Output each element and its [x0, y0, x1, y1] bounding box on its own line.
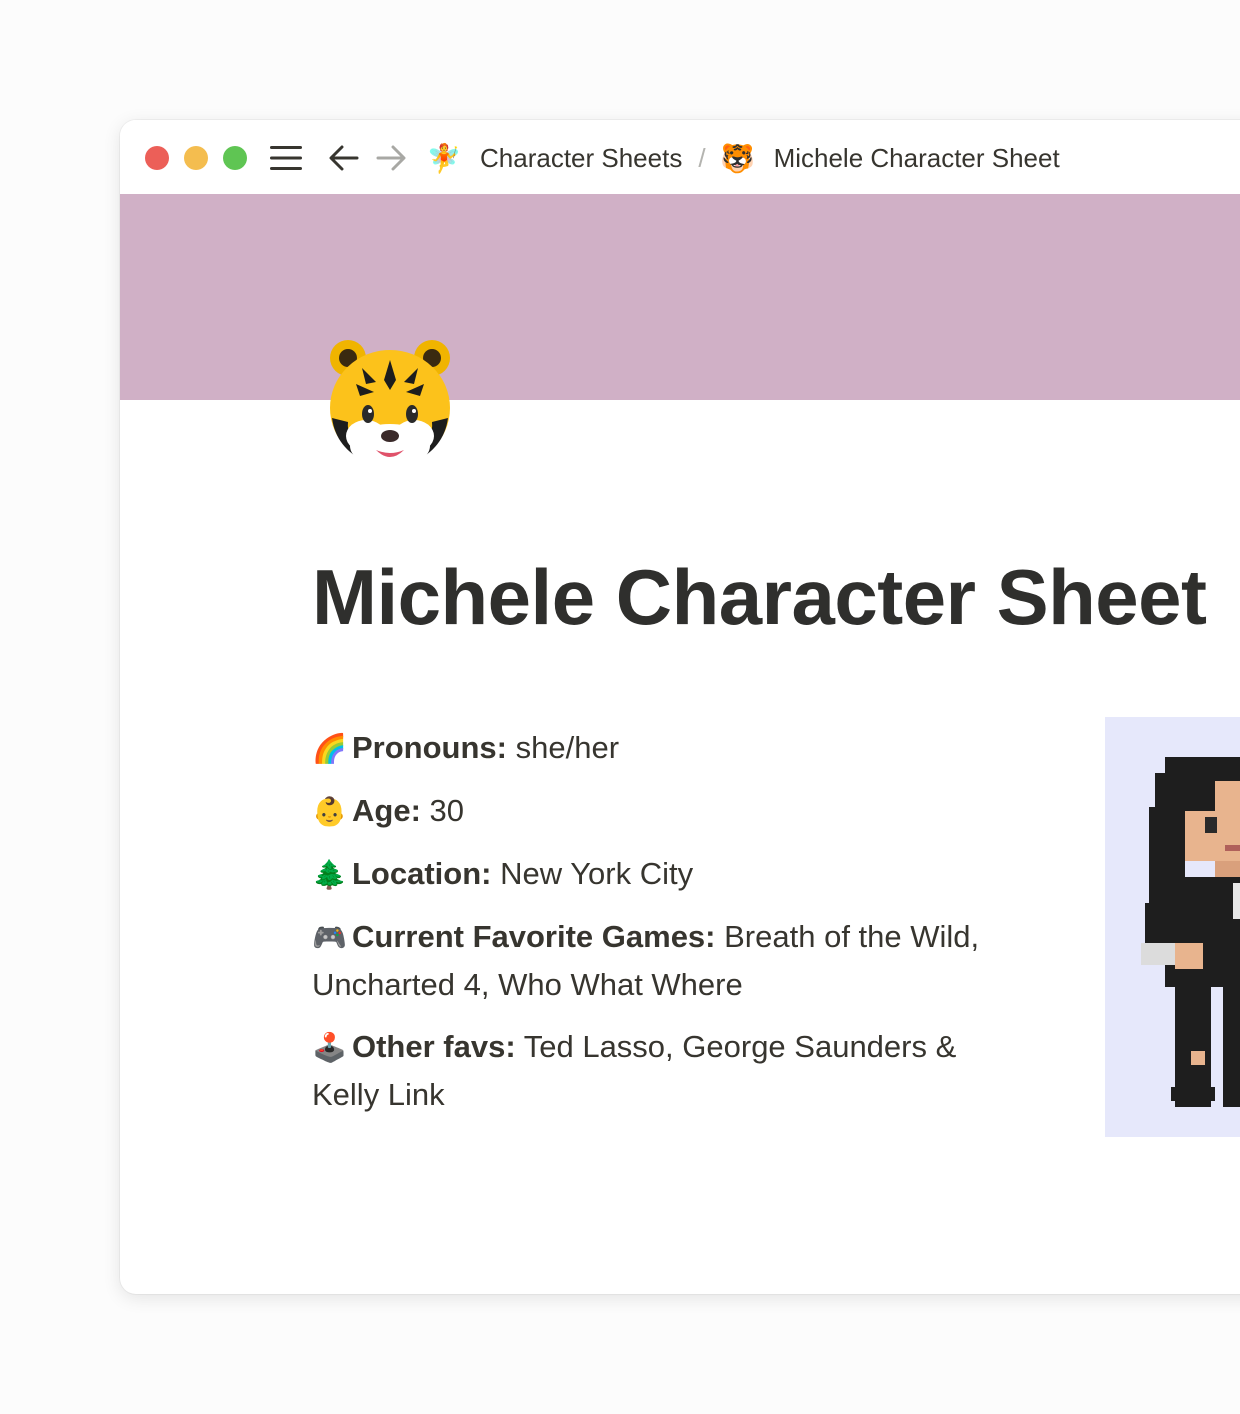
breadcrumb-label: Michele Character Sheet [773, 142, 1060, 173]
breadcrumb-label: Character Sheets [480, 142, 683, 173]
baby-icon: 👶 [312, 796, 347, 827]
property-label: Age: [352, 793, 421, 828]
character-avatar-image [1105, 717, 1240, 1137]
fairy-icon: 🧚 [426, 142, 462, 174]
property-favorite-games[interactable]: 🎮 Current Favorite Games: Breath of the W… [312, 913, 1012, 1008]
tiger-face-icon[interactable] [326, 338, 454, 472]
maximize-window-button[interactable] [223, 146, 247, 170]
property-list: 🌈 Pronouns: she/her 👶 Age: 30 🌲 Location: N… [312, 724, 1012, 1133]
joystick-icon: 🕹️ [312, 1032, 347, 1063]
property-label: Location: [352, 856, 492, 891]
breadcrumb: 🧚 Character Sheets / 🐯 Michele Character… [426, 138, 1060, 178]
property-label: Other favs: [352, 1029, 516, 1064]
rainbow-icon: 🌈 [312, 733, 347, 764]
title-bar: 🧚 Character Sheets / 🐯 Michele Character… [120, 120, 1240, 194]
property-value: she/her [515, 730, 620, 765]
sidebar-menu-icon[interactable] [269, 141, 303, 175]
property-label: Current Favorite Games: [352, 919, 716, 954]
property-age[interactable]: 👶 Age: 30 [312, 787, 1012, 835]
game-controller-icon: 🎮 [312, 922, 347, 953]
breadcrumb-item-michele-character-sheet[interactable]: 🐯 Michele Character Sheet [720, 142, 1060, 175]
property-label: Pronouns: [352, 730, 507, 765]
forward-arrow-icon[interactable] [374, 141, 408, 175]
breadcrumb-item-character-sheets[interactable]: 🧚 Character Sheets [426, 142, 683, 175]
back-arrow-icon[interactable] [327, 141, 361, 175]
page-title[interactable]: Michele Character Sheet [312, 552, 1207, 643]
property-location[interactable]: 🌲 Location: New York City [312, 850, 1012, 898]
evergreen-tree-icon: 🌲 [312, 859, 347, 890]
breadcrumb-separator: / [698, 142, 706, 173]
minimize-window-button[interactable] [184, 146, 208, 170]
tiger-face-icon: 🐯 [720, 142, 755, 174]
property-other-favs[interactable]: 🕹️ Other favs: Ted Lasso, George Saunders… [312, 1023, 1012, 1118]
property-value: 30 [429, 793, 464, 828]
app-window: 🧚 Character Sheets / 🐯 Michele Character… [120, 120, 1240, 1294]
close-window-button[interactable] [145, 146, 169, 170]
property-value: New York City [500, 856, 694, 891]
property-pronouns[interactable]: 🌈 Pronouns: she/her [312, 724, 1012, 772]
page-cover[interactable] [120, 194, 1240, 400]
